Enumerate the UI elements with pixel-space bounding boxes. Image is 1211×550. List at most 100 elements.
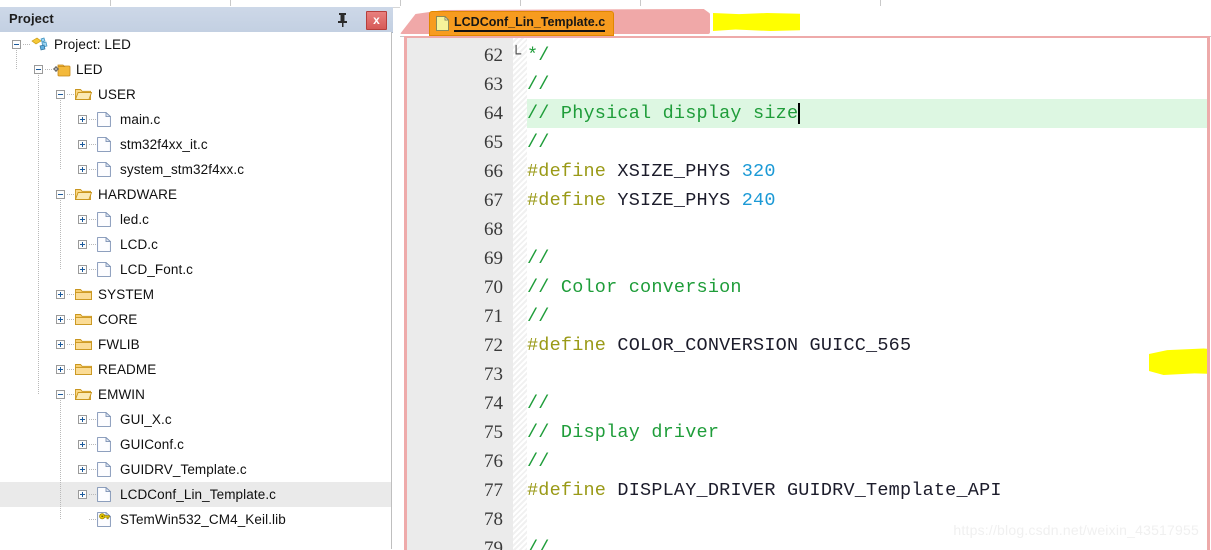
tree-item-label: GUIConf.c (120, 437, 184, 452)
expand-icon[interactable] (78, 115, 87, 124)
line-number: 76 (484, 451, 503, 472)
tree-guide-line (16, 50, 17, 69)
tree-item-user[interactable]: USER (0, 82, 391, 107)
tree-item-core[interactable]: CORE (0, 307, 391, 332)
watermark: https://blog.csdn.net/weixin_43517955 (953, 522, 1199, 538)
code-token: // (527, 248, 550, 269)
c-file-icon (97, 137, 113, 152)
collapse-icon[interactable] (56, 90, 65, 99)
code-line[interactable]: 71 // (407, 302, 1207, 331)
code-line[interactable]: 62 └ */ (407, 41, 1207, 70)
tree-item-lcd-font-c[interactable]: LCD_Font.c (0, 257, 391, 282)
code-editor[interactable]: 62 └ */63//64// Physical display size 65//6… (407, 38, 1207, 550)
code-line[interactable]: 73 (407, 360, 1207, 389)
code-token: // (527, 538, 550, 550)
tree-item-system-stm32f4xx-c[interactable]: system_stm32f4xx.c (0, 157, 391, 182)
code-line[interactable]: 63 // (407, 70, 1207, 99)
tree-item-project-led[interactable]: Project: LED (0, 32, 391, 57)
tree-item-readme[interactable]: README (0, 357, 391, 382)
expand-icon[interactable] (56, 290, 65, 299)
tree-connector (89, 219, 96, 220)
pin-icon[interactable] (334, 11, 351, 28)
code-line[interactable]: 77 #define DISPLAY_DRIVER GUIDRV_Template… (407, 476, 1207, 505)
code-token: // Color conversion (527, 277, 742, 298)
expand-icon[interactable] (78, 265, 87, 274)
code-line[interactable]: 70 // Color conversion (407, 273, 1207, 302)
line-number: 62 (484, 45, 503, 66)
folder-closed-icon (75, 362, 92, 377)
tree-item-led[interactable]: LED (0, 57, 391, 82)
folder-closed-icon (75, 337, 92, 352)
code-line[interactable]: 69 // (407, 244, 1207, 273)
tree-item-label: STemWin532_CM4_Keil.lib (120, 512, 286, 527)
expand-icon[interactable] (78, 240, 87, 249)
expand-icon[interactable] (78, 440, 87, 449)
code-line[interactable]: 76 // (407, 447, 1207, 476)
tree-item-label: README (98, 362, 157, 377)
tree-item-main-c[interactable]: main.c (0, 107, 391, 132)
tree-item-guidrv-template-c[interactable]: GUIDRV_Template.c (0, 457, 391, 482)
code-token: // (527, 451, 550, 472)
tree-item-stm32f4xx-it-c[interactable]: stm32f4xx_it.c (0, 132, 391, 157)
code-text: // (527, 70, 550, 99)
collapse-icon[interactable] (56, 390, 65, 399)
code-line[interactable]: 68 (407, 215, 1207, 244)
close-icon[interactable]: x (366, 11, 387, 30)
code-line[interactable]: 66 #define XSIZE_PHYS 320 (407, 157, 1207, 186)
panel-title: Project (9, 11, 54, 26)
tree-item-stemwin532-cm4-keil-lib[interactable]: STemWin532_CM4_Keil.lib (0, 507, 391, 532)
tree-connector (89, 444, 96, 445)
c-file-icon (97, 162, 113, 177)
tree-item-system[interactable]: SYSTEM (0, 282, 391, 307)
tree-connector (89, 244, 96, 245)
expand-icon[interactable] (78, 140, 87, 149)
expand-icon[interactable] (78, 415, 87, 424)
tree-guide-line (60, 400, 61, 519)
expand-icon[interactable] (56, 315, 65, 324)
line-number: 69 (484, 248, 503, 269)
tree-item-lcdconf-lin-template-c[interactable]: LCDConf_Lin_Template.c (0, 482, 391, 507)
editor-area: LCDConf_Lin_Template.c 62 └ */ 63 // 64 // Phy… (400, 7, 1211, 550)
collapse-icon[interactable] (34, 65, 43, 74)
code-token: YSIZE_PHYS (617, 190, 742, 211)
tree-item-hardware[interactable]: HARDWARE (0, 182, 391, 207)
collapse-icon[interactable] (12, 40, 21, 49)
expand-icon[interactable] (78, 465, 87, 474)
tree-item-led-c[interactable]: led.c (0, 207, 391, 232)
code-token: #define (527, 480, 618, 501)
code-text: #define YSIZE_PHYS 240 (527, 186, 776, 215)
fold-marker[interactable]: └ (511, 41, 521, 70)
code-line[interactable]: 74 // (407, 389, 1207, 418)
expand-icon[interactable] (78, 490, 87, 499)
expand-icon[interactable] (78, 215, 87, 224)
folder-open-icon (75, 187, 92, 202)
c-file-icon (97, 112, 113, 127)
close-icon-glyph: x (373, 13, 380, 27)
project-tree[interactable]: Project: LED LED USER main.c stm32f4xx_it.c s… (0, 32, 392, 549)
tree-item-emwin[interactable]: EMWIN (0, 382, 391, 407)
expand-icon[interactable] (56, 365, 65, 374)
expand-icon[interactable] (56, 340, 65, 349)
tree-item-lcd-c[interactable]: LCD.c (0, 232, 391, 257)
code-line[interactable]: 75 // Display driver (407, 418, 1207, 447)
line-number: 74 (484, 393, 503, 414)
code-token: // (527, 393, 550, 414)
folder-closed-icon (75, 287, 92, 302)
tab-lcdconf-lin-template[interactable]: LCDConf_Lin_Template.c (429, 11, 615, 36)
code-token: 240 (741, 190, 776, 211)
tree-guide-line (60, 200, 61, 269)
code-line[interactable]: 72 #define COLOR_CONVERSION GUICC_565 (407, 331, 1207, 360)
tree-item-label: GUIDRV_Template.c (120, 462, 247, 477)
tree-item-gui-x-c[interactable]: GUI_X.c (0, 407, 391, 432)
line-number: 70 (484, 277, 503, 298)
expand-icon[interactable] (78, 165, 87, 174)
tree-item-fwlib[interactable]: FWLIB (0, 332, 391, 357)
code-line[interactable]: 64 // Physical display size (407, 99, 1207, 128)
code-line[interactable]: 65 // (407, 128, 1207, 157)
tree-item-label: EMWIN (98, 387, 145, 402)
collapse-icon[interactable] (56, 190, 65, 199)
line-number: 79 (484, 538, 503, 550)
tree-item-guiconf-c[interactable]: GUIConf.c (0, 432, 391, 457)
c-file-icon (97, 412, 113, 427)
code-line[interactable]: 67 #define YSIZE_PHYS 240 (407, 186, 1207, 215)
